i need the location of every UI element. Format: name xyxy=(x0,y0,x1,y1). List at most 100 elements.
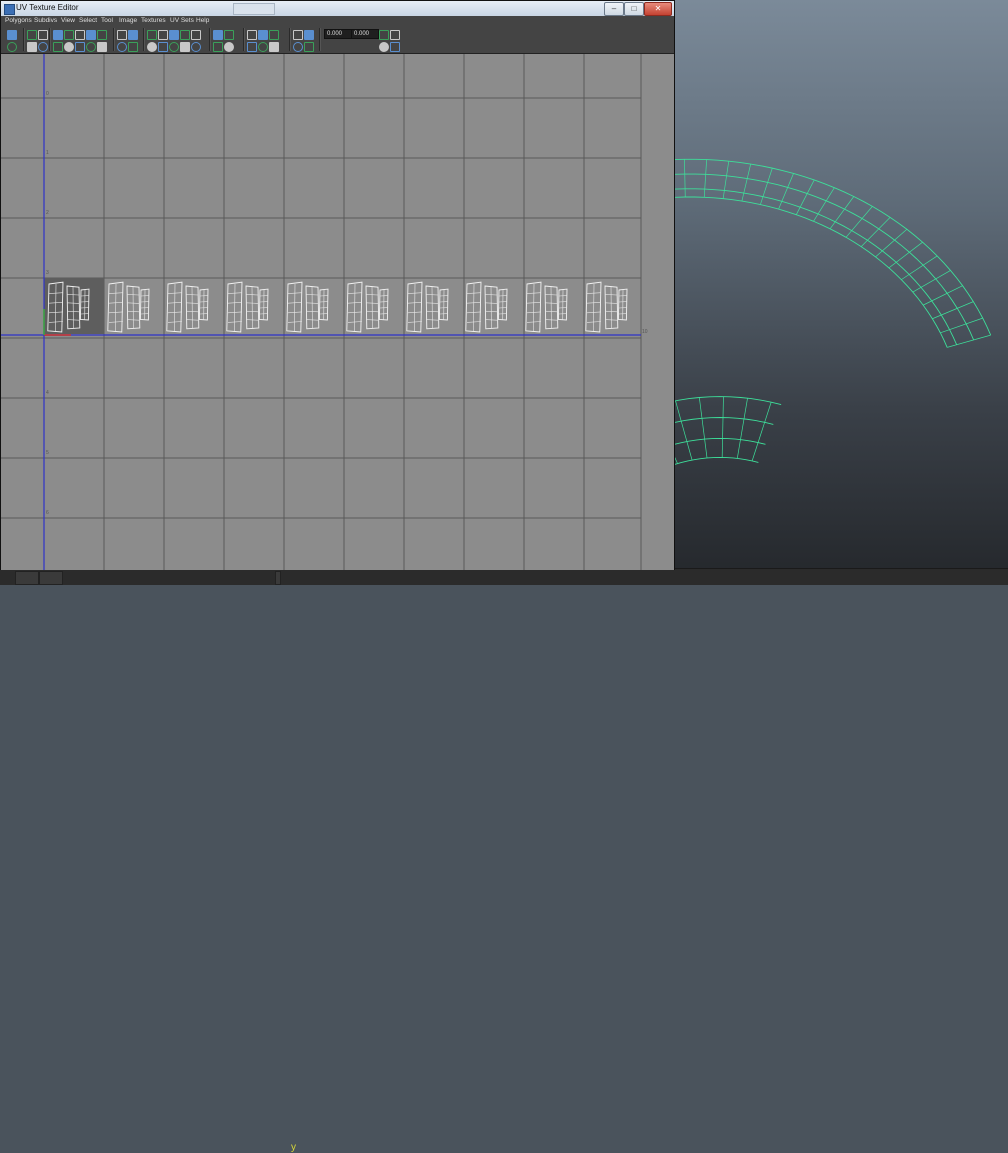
axis-tick-label: 2 xyxy=(46,210,49,216)
snapshot-icon[interactable] xyxy=(147,30,157,40)
menubar: Polygons Subdivs View Select Tool Image … xyxy=(1,16,674,26)
uv-texture-editor-window: UV Texture Editor – □ ✕ Polygons Subdivs… xyxy=(0,0,675,570)
status-segment[interactable] xyxy=(39,571,63,585)
window-titlebar[interactable]: UV Texture Editor – □ ✕ xyxy=(1,1,674,17)
checker-icon[interactable] xyxy=(379,42,389,52)
toolbar-separator xyxy=(319,28,321,51)
scale-uv-icon[interactable] xyxy=(27,42,37,52)
rotate-uv-icon[interactable] xyxy=(247,30,257,40)
menu-subdivs[interactable]: Subdivs xyxy=(34,16,57,26)
uv-edge xyxy=(354,284,355,332)
isolate-icon[interactable] xyxy=(97,42,107,52)
uv-edge xyxy=(348,322,362,323)
uv-edge xyxy=(109,312,123,313)
uv-edge xyxy=(408,312,422,313)
scale-uv-icon[interactable] xyxy=(128,42,138,52)
move-uv-icon[interactable] xyxy=(7,42,17,52)
rotate-uv-icon[interactable] xyxy=(27,30,37,40)
u-value-field[interactable]: 0.000 xyxy=(324,29,352,39)
snapshot-icon[interactable] xyxy=(379,30,389,40)
uv-shell xyxy=(347,282,388,332)
grid-icon[interactable] xyxy=(97,30,107,40)
select-uv-icon[interactable] xyxy=(117,30,127,40)
snapshot-icon[interactable] xyxy=(38,30,48,40)
wireframe-arc-edge xyxy=(704,160,706,198)
menu-select[interactable]: Select xyxy=(79,16,97,26)
uv-edge xyxy=(473,284,474,332)
isolate-icon[interactable] xyxy=(53,42,63,52)
checker-icon[interactable] xyxy=(86,42,96,52)
menu-uv-sets[interactable]: UV Sets xyxy=(170,16,194,26)
wireframe-arc-edge xyxy=(723,161,729,198)
scale-uv-icon[interactable] xyxy=(247,42,257,52)
select-uv-icon[interactable] xyxy=(224,30,234,40)
grid-icon[interactable] xyxy=(158,30,168,40)
uv-edge xyxy=(294,284,295,332)
menu-tool[interactable]: Tool xyxy=(101,16,113,26)
uv-edge xyxy=(408,322,422,323)
menu-textures[interactable]: Textures xyxy=(141,16,166,26)
title-tab xyxy=(233,3,275,15)
select-uv-icon[interactable] xyxy=(169,30,179,40)
select-uv-icon[interactable] xyxy=(7,30,17,40)
grid-icon[interactable] xyxy=(390,30,400,40)
isolate-icon[interactable] xyxy=(269,42,279,52)
grid-icon[interactable] xyxy=(53,30,63,40)
uv-shell xyxy=(526,282,567,332)
close-button[interactable]: ✕ xyxy=(644,2,672,16)
isolate-icon[interactable] xyxy=(213,42,223,52)
checker-icon[interactable] xyxy=(147,42,157,52)
rotate-uv-icon[interactable] xyxy=(304,30,314,40)
menu-help[interactable]: Help xyxy=(196,16,209,26)
move-uv-icon[interactable] xyxy=(117,42,127,52)
uv-edge xyxy=(288,312,302,313)
status-segment[interactable] xyxy=(15,571,39,585)
maximize-button[interactable]: □ xyxy=(624,2,644,16)
snapshot-icon[interactable] xyxy=(258,30,268,40)
wireframe-arc-edge xyxy=(940,318,982,333)
move-uv-icon[interactable] xyxy=(293,42,303,52)
scale-uv-icon[interactable] xyxy=(180,42,190,52)
uv-edge xyxy=(288,322,302,323)
wireframe-arc-edge xyxy=(901,256,937,280)
snapshot-icon[interactable] xyxy=(191,30,201,40)
uv-shell xyxy=(586,282,627,332)
move-uv-icon[interactable] xyxy=(169,42,179,52)
uv-edge xyxy=(426,320,438,321)
menu-view[interactable]: View xyxy=(61,16,75,26)
wireframe-arc-edge xyxy=(666,197,947,347)
toolbar-separator xyxy=(49,28,51,51)
select-uv-icon[interactable] xyxy=(64,30,74,40)
wireframe-band-edge xyxy=(722,397,723,458)
uv-edge xyxy=(115,284,116,332)
grid-icon[interactable] xyxy=(269,30,279,40)
menu-image[interactable]: Image xyxy=(119,16,137,26)
isolate-icon[interactable] xyxy=(158,42,168,52)
wireframe-band-edge xyxy=(699,397,707,457)
wireframe-band-edge xyxy=(737,398,747,458)
rotate-uv-icon[interactable] xyxy=(128,30,138,40)
snapshot-icon[interactable] xyxy=(86,30,96,40)
scale-uv-icon[interactable] xyxy=(75,42,85,52)
grid-icon[interactable] xyxy=(213,30,223,40)
move-uv-icon[interactable] xyxy=(64,42,74,52)
rotate-uv-icon[interactable] xyxy=(75,30,85,40)
wireframe-arc-edge xyxy=(947,335,990,347)
v-value-field[interactable]: 0.000 xyxy=(351,29,379,39)
checker-icon[interactable] xyxy=(38,42,48,52)
wireframe-arc-edge xyxy=(742,164,751,201)
wireframe-arc-edge xyxy=(923,286,962,305)
checker-icon[interactable] xyxy=(258,42,268,52)
rotate-uv-icon[interactable] xyxy=(180,30,190,40)
toolbar-separator xyxy=(143,28,145,51)
menu-polygons[interactable]: Polygons xyxy=(5,16,32,26)
scale-uv-icon[interactable] xyxy=(304,42,314,52)
window-title: UV Texture Editor xyxy=(16,3,79,12)
minimize-button[interactable]: – xyxy=(604,2,624,16)
uv-edge xyxy=(587,312,601,313)
uv-grid-canvas[interactable]: 012345610 xyxy=(1,54,674,570)
move-uv-icon[interactable] xyxy=(224,42,234,52)
isolate-icon[interactable] xyxy=(390,42,400,52)
select-uv-icon[interactable] xyxy=(293,30,303,40)
checker-icon[interactable] xyxy=(191,42,201,52)
